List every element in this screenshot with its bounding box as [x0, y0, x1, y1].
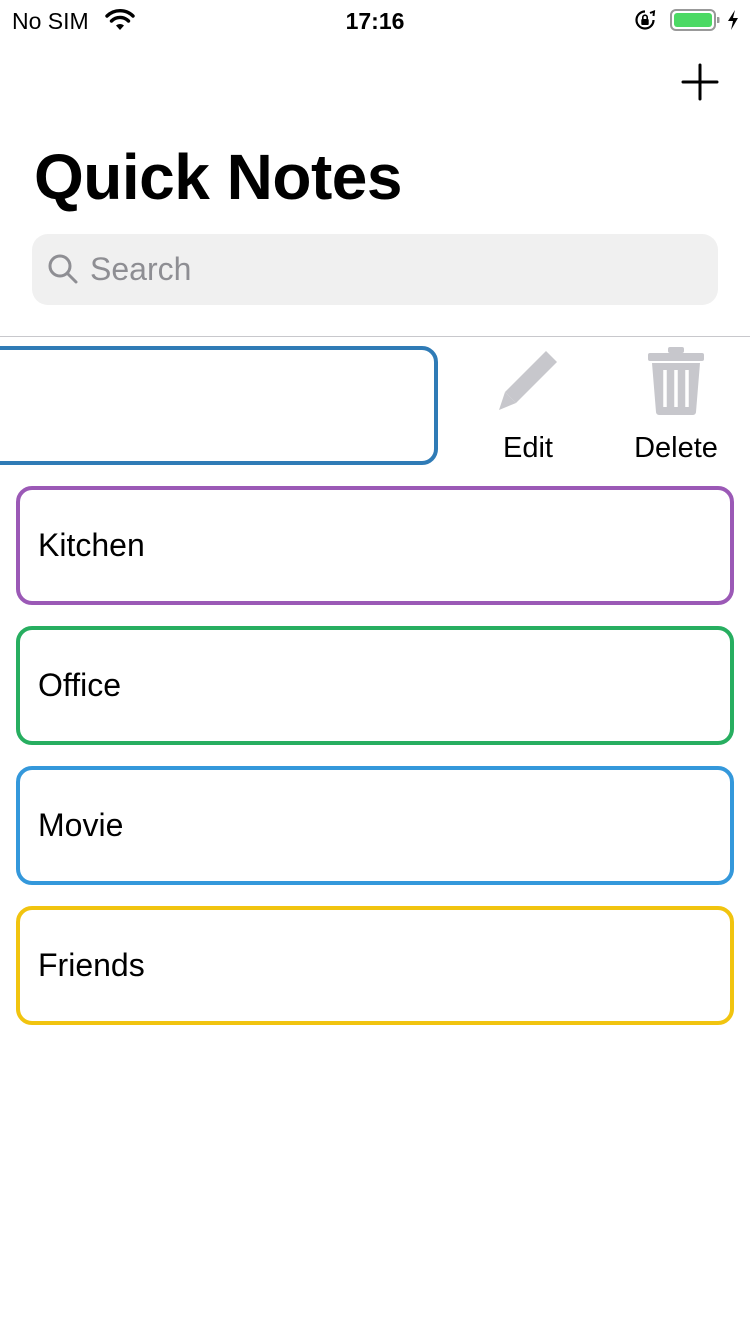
delete-label: Delete: [634, 432, 718, 464]
note-label: Office: [38, 667, 121, 703]
edit-button[interactable]: Edit: [478, 340, 578, 470]
delete-button[interactable]: Delete: [618, 340, 734, 470]
add-note-button[interactable]: [680, 62, 720, 102]
search-icon: [48, 254, 78, 284]
orientation-lock-icon: [635, 9, 656, 30]
note-card-friends[interactable]: Friends: [16, 906, 734, 1025]
edit-label: Edit: [503, 432, 553, 464]
swiped-note-card[interactable]: [0, 346, 438, 465]
trash-icon: [648, 347, 704, 415]
divider: [0, 336, 750, 337]
search-bar[interactable]: [32, 234, 718, 305]
page-title: Quick Notes: [34, 141, 402, 213]
note-card-kitchen[interactable]: Kitchen: [16, 486, 734, 605]
note-label: Kitchen: [38, 527, 145, 563]
note-card-office[interactable]: Office: [16, 626, 734, 745]
pencil-icon: [499, 351, 557, 410]
battery-icon: [670, 9, 720, 31]
note-card-movie[interactable]: Movie: [16, 766, 734, 885]
search-input[interactable]: [90, 234, 690, 305]
status-bar: No SIM 17:16: [0, 0, 750, 40]
charging-icon: [728, 10, 738, 30]
note-label: Movie: [38, 807, 124, 843]
note-label: Friends: [38, 947, 145, 983]
